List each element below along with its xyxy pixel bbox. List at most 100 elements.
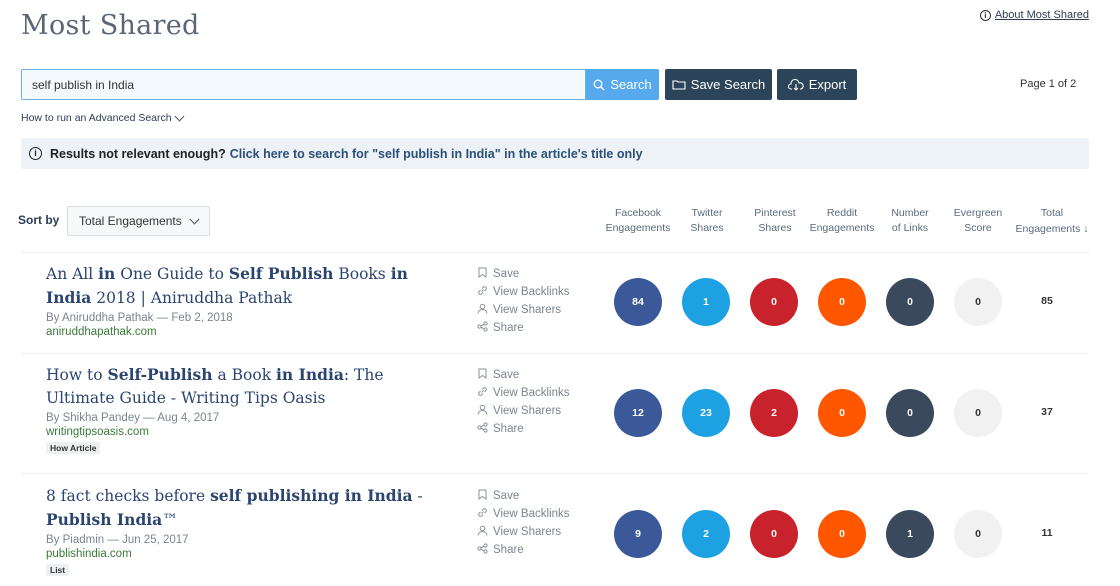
article-meta: By Aniruddha Pathak — Feb 2, 2018 (46, 312, 233, 324)
article-author: By Piadmin (46, 534, 105, 546)
link-icon (476, 507, 488, 521)
divider (21, 252, 1089, 253)
link-icon (476, 285, 488, 299)
export-button[interactable]: Export (777, 69, 857, 100)
search-icon (593, 79, 605, 90)
article-meta: By Piadmin — Jun 25, 2017 (46, 534, 189, 546)
reddit-engagements-badge[interactable]: 0 (818, 510, 866, 558)
relevance-notice: i Results not relevant enough? Click her… (21, 138, 1089, 169)
total-engagements: 11 (1041, 527, 1053, 539)
twitter-shares-badge[interactable]: 1 (682, 278, 730, 326)
save-article-button[interactable]: Save (476, 265, 570, 283)
about-link-label: About Most Shared (994, 9, 1089, 21)
sort-dropdown[interactable]: Total Engagements (67, 206, 210, 236)
advanced-search-label: How to run an Advanced Search (21, 112, 172, 124)
reddit-engagements-badge[interactable]: 0 (818, 389, 866, 437)
bookmark-icon (476, 489, 488, 503)
article-domain-link[interactable]: writingtipsoasis.com (46, 426, 446, 438)
number-of-links-badge[interactable]: 0 (886, 389, 934, 437)
number-of-links-badge[interactable]: 0 (886, 278, 934, 326)
pinterest-shares-badge[interactable]: 0 (750, 510, 798, 558)
info-icon: i (979, 9, 991, 21)
share-button[interactable]: Share (476, 319, 570, 337)
article-actions: Save View Backlinks View Sharers Share (476, 265, 570, 337)
action-label: Save (493, 268, 520, 280)
title-segment: How to (46, 366, 108, 384)
article-title-link[interactable]: 8 fact checks before self publishing in … (46, 484, 446, 532)
title-segment: 8 fact checks before (46, 487, 211, 505)
evergreen-score-badge[interactable]: 0 (954, 278, 1002, 326)
export-label: Export (808, 77, 847, 92)
pinterest-shares-badge[interactable]: 0 (750, 278, 798, 326)
article-date: Jun 25, 2017 (122, 534, 189, 546)
user-icon (476, 404, 488, 418)
action-label: Save (493, 369, 520, 381)
article-author: By Aniruddha Pathak (46, 312, 154, 324)
share-button[interactable]: Share (476, 420, 570, 438)
action-label: View Backlinks (493, 286, 570, 298)
article-item: 8 fact checks before self publishing in … (46, 484, 446, 578)
view-backlinks-button[interactable]: View Backlinks (476, 283, 570, 301)
twitter-shares-badge[interactable]: 2 (682, 510, 730, 558)
twitter-shares-badge[interactable]: 23 (682, 389, 730, 437)
title-segment: Books (333, 265, 391, 283)
bookmark-icon (476, 368, 488, 382)
col-line2: Score (964, 222, 992, 234)
chevron-down-icon (174, 111, 185, 121)
cloud-download-icon (787, 78, 804, 91)
action-label: Save (493, 490, 520, 502)
view-sharers-button[interactable]: View Sharers (476, 402, 570, 420)
title-segment: in India (276, 365, 344, 384)
view-sharers-button[interactable]: View Sharers (476, 523, 570, 541)
evergreen-score-badge[interactable]: 0 (954, 510, 1002, 558)
column-header-total[interactable]: Total Engagements ↓ (1012, 206, 1092, 237)
search-button[interactable]: Search (586, 69, 659, 100)
pinterest-shares-badge[interactable]: 2 (750, 389, 798, 437)
title-segment: self publishing in India (210, 486, 413, 505)
col-line2: Engagements ↓ (1015, 223, 1089, 235)
title-segment: a Book (212, 366, 277, 384)
info-icon: i (29, 147, 42, 160)
total-engagements: 85 (1041, 295, 1053, 307)
save-article-button[interactable]: Save (476, 487, 570, 505)
search-button-label: Search (610, 77, 652, 92)
bookmark-icon (476, 267, 488, 281)
chevron-down-icon (189, 214, 200, 224)
facebook-engagements-badge[interactable]: 9 (614, 510, 662, 558)
article-item: An All in One Guide to Self Publish Book… (46, 262, 446, 338)
title-segment: ™ (162, 511, 178, 529)
article-domain-link[interactable]: publishindia.com (46, 548, 446, 560)
facebook-engagements-badge[interactable]: 12 (614, 389, 662, 437)
save-article-button[interactable]: Save (476, 366, 570, 384)
number-of-links-badge[interactable]: 1 (886, 510, 934, 558)
reddit-engagements-badge[interactable]: 0 (818, 278, 866, 326)
notice-text: Results not relevant enough? (50, 146, 226, 161)
article-actions: Save View Backlinks View Sharers Share (476, 366, 570, 438)
about-most-shared-link[interactable]: i About Most Shared (979, 9, 1089, 21)
article-title-link[interactable]: An All in One Guide to Self Publish Book… (46, 262, 446, 310)
share-button[interactable]: Share (476, 541, 570, 559)
column-header-facebook[interactable]: Facebook Engagements (598, 206, 678, 236)
article-domain-link[interactable]: aniruddhapathak.com (46, 326, 446, 338)
article-actions: Save View Backlinks View Sharers Share (476, 487, 570, 559)
title-segment: One Guide to (115, 265, 229, 283)
column-header-evergreen[interactable]: Evergreen Score (938, 206, 1018, 236)
view-backlinks-button[interactable]: View Backlinks (476, 384, 570, 402)
advanced-search-link[interactable]: How to run an Advanced Search (21, 111, 185, 124)
article-title-link[interactable]: How to Self-Publish a Book in India: The… (46, 363, 446, 410)
title-segment: 2018 | Aniruddha Pathak (91, 289, 293, 307)
evergreen-score-badge[interactable]: 0 (954, 389, 1002, 437)
title-segment: An All (46, 265, 99, 283)
view-sharers-button[interactable]: View Sharers (476, 301, 570, 319)
title-segment: in (98, 264, 116, 283)
article-author: By Shikha Pandey (46, 412, 140, 424)
share-icon (476, 543, 488, 557)
search-input[interactable] (21, 69, 586, 100)
save-search-button[interactable]: Save Search (665, 69, 772, 100)
divider (21, 473, 1089, 474)
facebook-engagements-badge[interactable]: 84 (614, 278, 662, 326)
action-label: View Sharers (493, 304, 562, 316)
user-icon (476, 525, 488, 539)
title-only-search-link[interactable]: Click here to search for "self publish i… (230, 147, 643, 161)
view-backlinks-button[interactable]: View Backlinks (476, 505, 570, 523)
